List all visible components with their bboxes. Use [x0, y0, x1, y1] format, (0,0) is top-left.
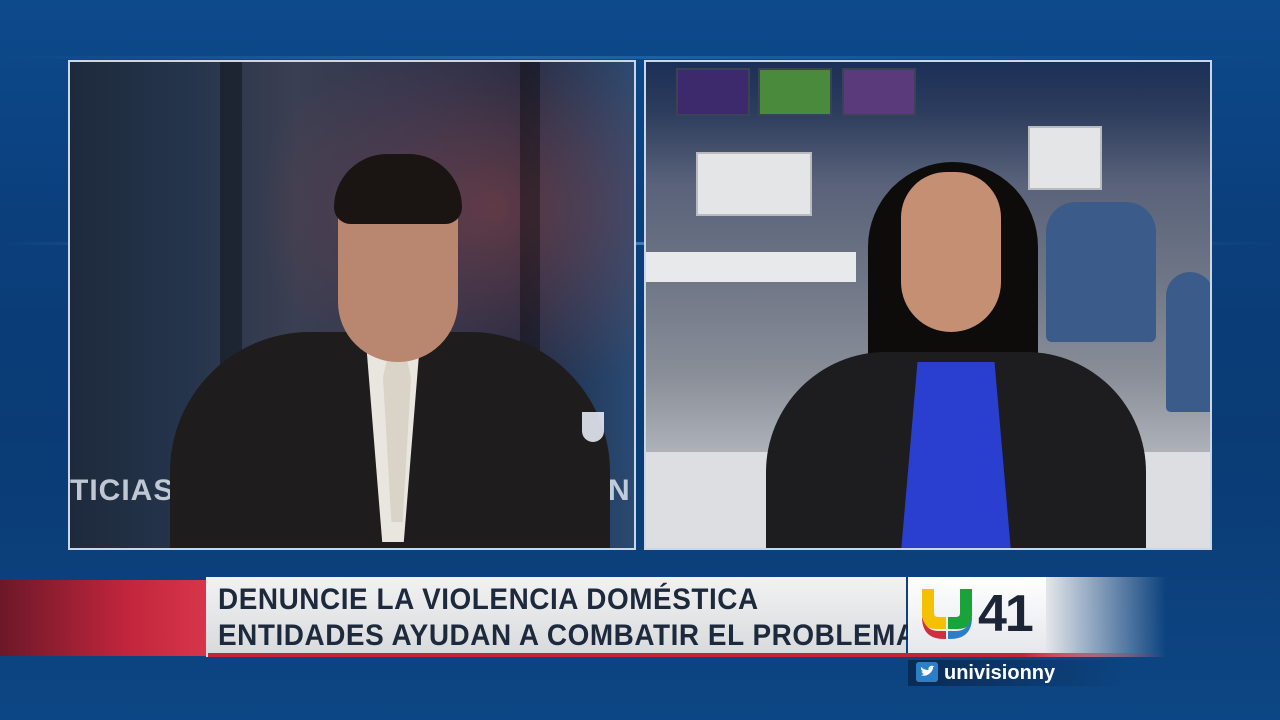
newsroom-monitor [696, 152, 812, 216]
guest-video-pane [644, 60, 1212, 550]
univision-logo-icon [922, 589, 972, 639]
newsroom-desk [646, 252, 856, 282]
anchor-video-pane: TICIAS 4 N [68, 60, 636, 550]
newsroom-monitor [842, 68, 916, 116]
lower-third-headline: DENUNCIE LA VIOLENCIA DOMÉSTICA [218, 583, 759, 616]
studio-background-sign-tail: N [608, 474, 631, 507]
office-chair [1046, 202, 1156, 342]
guest-head [901, 172, 1001, 332]
background-streak [0, 56, 1280, 59]
lower-third-red-bar [0, 580, 210, 656]
newsroom-monitor [1028, 126, 1102, 190]
guest-blouse [901, 362, 1011, 548]
univision-watermark-icon [582, 412, 604, 442]
newsroom-monitor [676, 68, 750, 116]
social-handle: univisionny [944, 662, 1056, 684]
twitter-bird-icon [916, 662, 938, 682]
newsroom-monitor [758, 68, 832, 116]
lower-third-subheadline: ENTIDADES AYUDAN A COMBATIR EL PROBLEMA [218, 619, 917, 652]
channel-logo-fade [1046, 577, 1166, 657]
office-chair [1166, 272, 1210, 412]
anchor-hair [334, 154, 462, 224]
channel-number: 41 [978, 585, 1034, 643]
lower-third-accent-line [208, 653, 1166, 657]
